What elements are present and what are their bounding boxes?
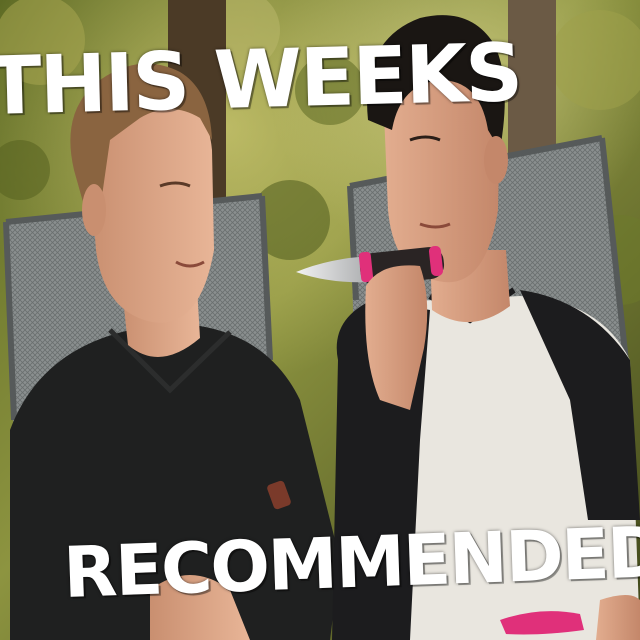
left-person-ear [82,184,106,236]
right-person-ear [484,136,508,184]
hand-bottom-right [596,595,640,640]
caption-top: THIS WEEKS [0,26,523,133]
